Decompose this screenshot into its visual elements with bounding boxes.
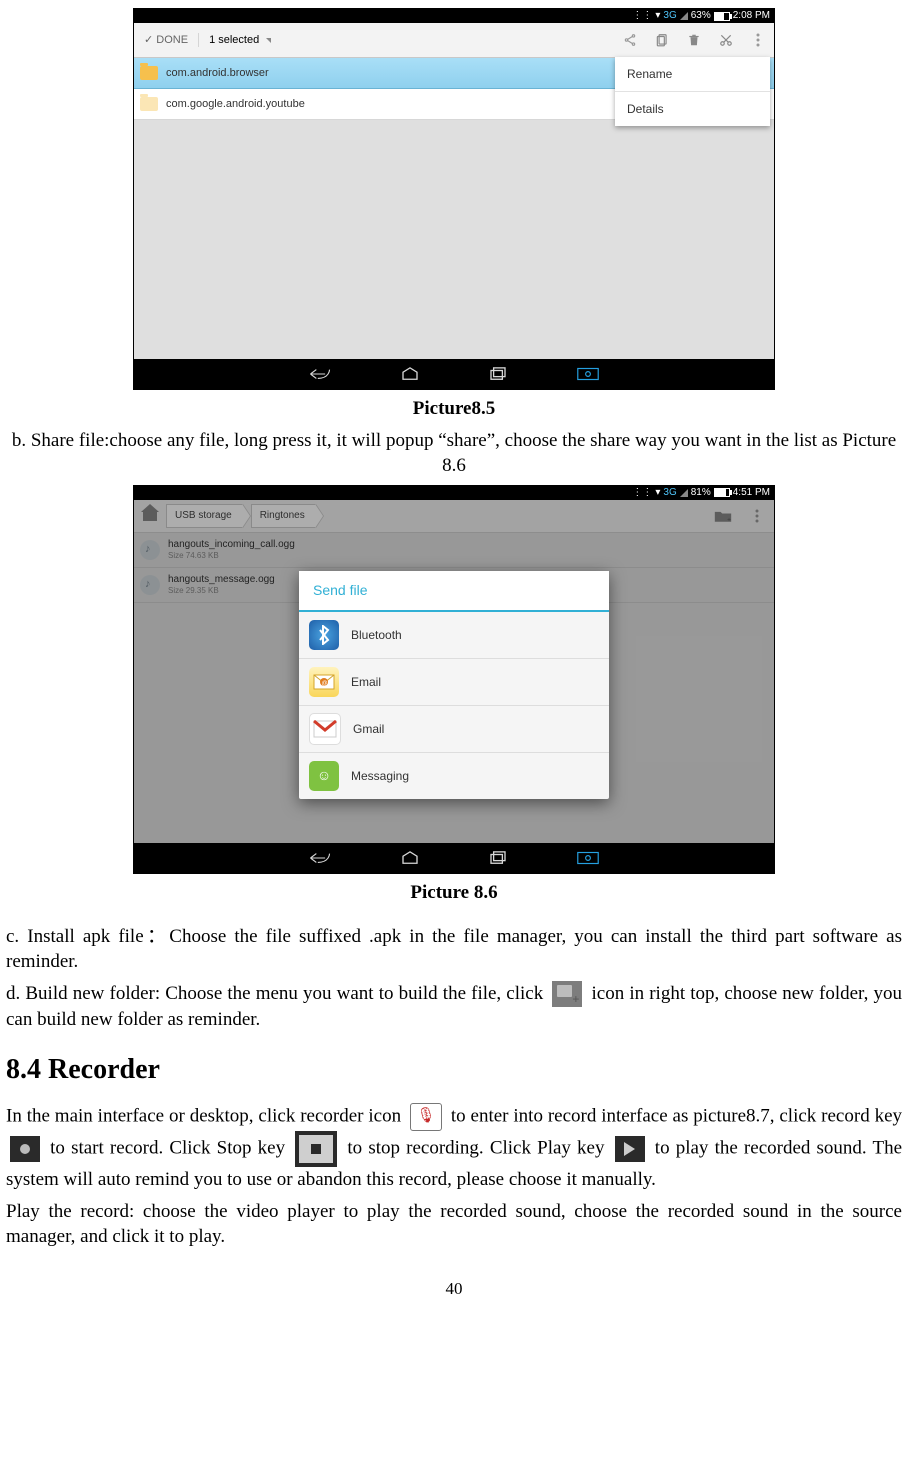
share-option-label: Bluetooth xyxy=(351,627,402,643)
clock: 2:08 PM xyxy=(733,9,770,23)
share-icon[interactable] xyxy=(614,23,646,57)
statusbar: ⋮⋮ ▾ 3G 63% 2:08 PM xyxy=(134,9,774,23)
copy-icon[interactable] xyxy=(646,23,678,57)
new-folder-icon xyxy=(552,981,582,1007)
screenshot-icon[interactable] xyxy=(577,851,599,865)
page-number: 40 xyxy=(6,1278,902,1301)
battery-icon xyxy=(714,488,730,497)
paragraph-recorder: In the main interface or desktop, click … xyxy=(6,1103,902,1193)
stop-button-icon xyxy=(295,1131,337,1167)
folder-icon xyxy=(140,66,158,80)
play-button-icon xyxy=(615,1136,645,1162)
dialog-title: Send file xyxy=(299,571,609,612)
android-navbar xyxy=(134,359,774,389)
share-option-gmail[interactable]: Gmail xyxy=(299,706,609,753)
caption-picture-8-6: Picture 8.6 xyxy=(6,880,902,906)
home-icon[interactable] xyxy=(401,851,419,865)
caption-picture-8-5: Picture8.5 xyxy=(6,396,902,422)
email-icon: @ xyxy=(309,667,339,697)
share-option-label: Messaging xyxy=(351,768,409,784)
selection-actionbar: ✓ DONE 1 selected xyxy=(134,23,774,58)
recorder-app-icon xyxy=(410,1103,442,1131)
svg-text:@: @ xyxy=(322,681,328,687)
selection-count-label: 1 selected xyxy=(209,34,259,46)
send-file-dialog: Send file Bluetooth @ Email Gmail xyxy=(299,571,609,799)
battery-pct: 81% xyxy=(691,486,711,500)
share-option-label: Email xyxy=(351,674,381,690)
debug-icon: ⋮⋮ xyxy=(632,486,652,500)
paragraph-play-record: Play the record: choose the video player… xyxy=(6,1199,902,1250)
selection-count[interactable]: 1 selected xyxy=(199,33,281,48)
wifi-icon: ▾ xyxy=(655,9,660,23)
cut-icon[interactable] xyxy=(710,23,742,57)
recent-apps-icon[interactable] xyxy=(489,851,507,865)
record-button-icon xyxy=(10,1136,40,1162)
folder-icon xyxy=(140,97,158,111)
back-icon[interactable] xyxy=(309,851,331,865)
battery-icon xyxy=(714,12,730,21)
share-option-email[interactable]: @ Email xyxy=(299,659,609,706)
rec-text-1: In the main interface or desktop, click … xyxy=(6,1105,406,1126)
messaging-icon: ☺ xyxy=(309,761,339,791)
rec-text-3: to start record. Click Stop key xyxy=(50,1137,291,1158)
context-menu: Rename Details xyxy=(615,57,770,126)
share-option-bluetooth[interactable]: Bluetooth xyxy=(299,612,609,659)
battery-pct: 63% xyxy=(691,9,711,23)
screenshot-picture-8-6: ⋮⋮ ▾ 3G 81% 4:51 PM USB storage Ringtone… xyxy=(133,485,775,874)
debug-icon: ⋮⋮ xyxy=(632,9,652,23)
home-icon[interactable] xyxy=(401,367,419,381)
clock: 4:51 PM xyxy=(733,486,770,500)
gmail-icon xyxy=(309,713,341,745)
back-icon[interactable] xyxy=(309,367,331,381)
file-row-label: com.android.browser xyxy=(166,66,269,81)
signal-icon xyxy=(680,12,688,20)
file-row-label: com.google.android.youtube xyxy=(166,97,305,112)
menu-item-details[interactable]: Details xyxy=(615,92,770,126)
paragraph-c: c. Install apk file：Choose the file suff… xyxy=(6,924,902,975)
android-navbar xyxy=(134,843,774,873)
network-3g: 3G xyxy=(663,486,676,500)
share-option-label: Gmail xyxy=(353,721,384,737)
statusbar: ⋮⋮ ▾ 3G 81% 4:51 PM xyxy=(134,486,774,500)
paragraph-d: d. Build new folder: Choose the menu you… xyxy=(6,981,902,1033)
recent-apps-icon[interactable] xyxy=(489,367,507,381)
paragraph-d-text-1: d. Build new folder: Choose the menu you… xyxy=(6,983,548,1004)
wifi-icon: ▾ xyxy=(655,486,660,500)
signal-icon xyxy=(680,489,688,497)
overflow-icon[interactable] xyxy=(742,23,774,57)
chevron-down-icon xyxy=(266,38,271,43)
screenshot-picture-8-5: ⋮⋮ ▾ 3G 63% 2:08 PM ✓ DONE 1 selected xyxy=(133,8,775,390)
rec-text-2: to enter into record interface as pictur… xyxy=(451,1105,902,1126)
section-heading-recorder: 8.4 Recorder xyxy=(6,1051,902,1089)
share-option-messaging[interactable]: ☺ Messaging xyxy=(299,753,609,799)
network-3g: 3G xyxy=(663,9,676,23)
menu-item-rename[interactable]: Rename xyxy=(615,57,770,92)
bluetooth-icon xyxy=(309,620,339,650)
paragraph-b: b. Share file:choose any file, long pres… xyxy=(6,428,902,479)
done-button[interactable]: ✓ DONE xyxy=(134,33,199,48)
screenshot-icon[interactable] xyxy=(577,367,599,381)
trash-icon[interactable] xyxy=(678,23,710,57)
rec-text-4: to stop recording. Click Play key xyxy=(347,1137,610,1158)
